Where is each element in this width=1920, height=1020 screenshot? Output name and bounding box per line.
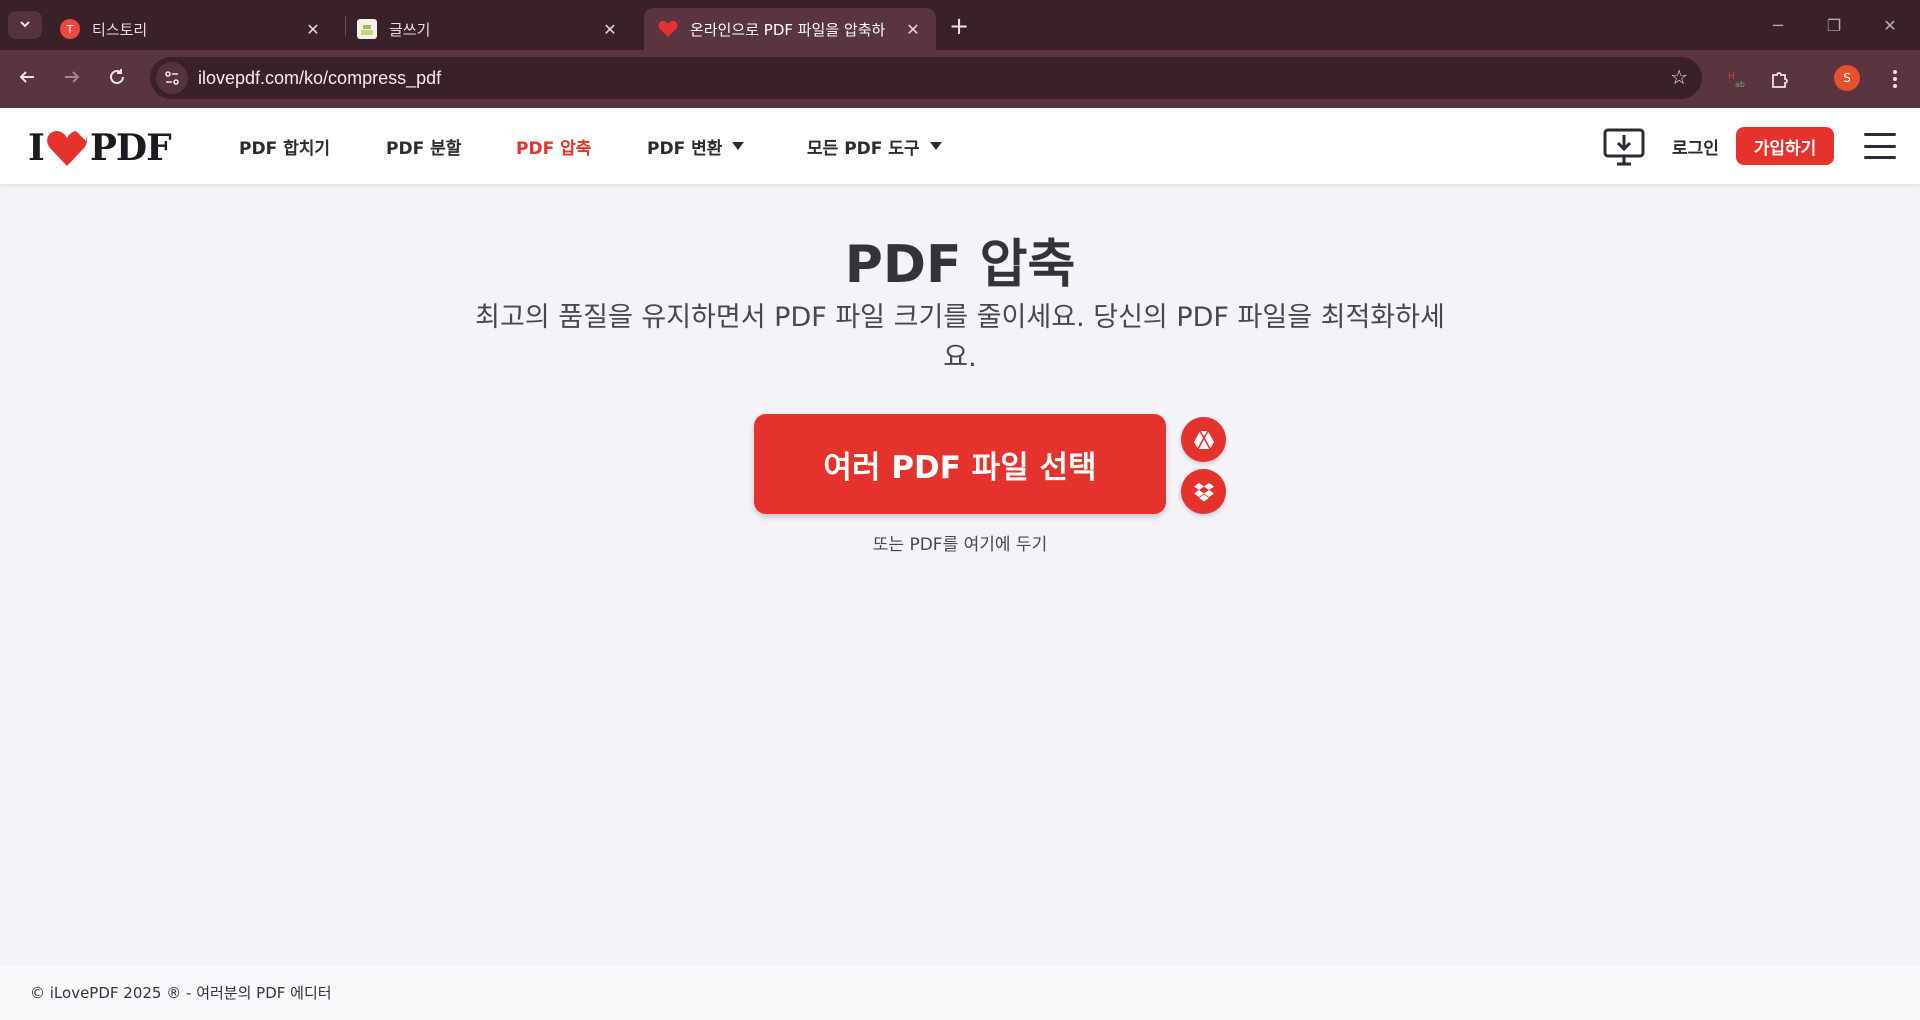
page-icon — [357, 19, 377, 39]
close-icon[interactable]: ✕ — [599, 18, 621, 40]
nav-all-pdf-tools[interactable]: 모든 PDF 도구 — [807, 108, 942, 184]
url-text[interactable]: ilovepdf.com/ko/compress_pdf — [198, 68, 441, 89]
chevron-down-icon — [18, 16, 32, 35]
address-bar[interactable]: ilovepdf.com/ko/compress_pdf ☆ — [150, 57, 1702, 99]
extensions-puzzle-icon[interactable] — [1765, 64, 1795, 94]
google-drive-icon — [1193, 430, 1214, 449]
tab-title: 글쓰기 — [389, 20, 431, 39]
tab-title: 온라인으로 PDF 파일을 압축하 — [690, 20, 886, 39]
minimize-button[interactable]: ─ — [1758, 10, 1798, 40]
restore-button[interactable]: ❐ — [1814, 10, 1854, 40]
desktop-download-icon[interactable] — [1603, 128, 1645, 166]
heart-icon — [46, 131, 87, 166]
select-pdf-files-button[interactable]: 여러 PDF 파일 선택 — [754, 414, 1166, 514]
drop-hint-text: 또는 PDF를 여기에 두기 — [872, 535, 1048, 555]
nav-merge-pdf[interactable]: PDF 합치기 — [239, 108, 330, 184]
caret-down-icon — [929, 142, 942, 150]
ilovepdf-logo[interactable]: I PDF — [28, 127, 172, 169]
restore-icon: ❐ — [1826, 15, 1842, 35]
close-icon: ✕ — [1883, 15, 1897, 35]
dropbox-icon — [1193, 482, 1214, 501]
nav-convert-pdf[interactable]: PDF 변환 — [647, 108, 745, 184]
extension-icon[interactable]: Hab — [1721, 64, 1751, 94]
page-title: PDF 압축 — [844, 235, 1076, 295]
reload-button[interactable] — [101, 63, 133, 95]
browser-tab-write[interactable]: 글쓰기 ✕ — [343, 8, 633, 50]
browser-tab-tistory[interactable]: T 티스토리 ✕ — [46, 8, 336, 50]
footer-copyright: © iLovePDF 2025 ® - 여러분의 PDF 에디터 — [30, 984, 332, 1002]
tab-title: 티스토리 — [92, 20, 148, 39]
nav-split-pdf[interactable]: PDF 분할 — [386, 108, 461, 184]
hamburger-menu-icon[interactable] — [1864, 133, 1896, 159]
minimize-icon: ─ — [1773, 15, 1783, 35]
browser-toolbar: ilovepdf.com/ko/compress_pdf ☆ Hab — [0, 50, 1920, 108]
close-window-button[interactable]: ✕ — [1870, 10, 1910, 40]
arrow-right-icon — [63, 67, 81, 91]
browser-menu-icon[interactable] — [1880, 64, 1910, 94]
browser-tab-ilovepdf[interactable]: 온라인으로 PDF 파일을 압축하 ✕ — [644, 8, 936, 50]
nav-label: 모든 PDF 도구 — [807, 138, 920, 159]
plus-icon: + — [948, 12, 970, 40]
dropbox-button[interactable] — [1181, 469, 1226, 514]
ilovepdf-heart-icon — [658, 19, 678, 39]
site-footer: © iLovePDF 2025 ® - 여러분의 PDF 에디터 — [0, 966, 1920, 1020]
nav-label: PDF 변환 — [647, 138, 723, 159]
caret-down-icon — [732, 142, 745, 150]
close-icon[interactable]: ✕ — [302, 18, 324, 40]
new-tab-button[interactable]: + — [945, 12, 973, 40]
tistory-icon: T — [60, 19, 80, 39]
logo-letter: I — [28, 127, 45, 169]
svg-text:H: H — [1728, 72, 1735, 82]
forward-button[interactable] — [56, 63, 88, 95]
login-link[interactable]: 로그인 — [1672, 108, 1719, 184]
google-drive-button[interactable] — [1181, 417, 1226, 462]
logo-text: PDF — [89, 127, 172, 169]
svg-text:ab: ab — [1735, 80, 1745, 89]
reload-icon — [108, 67, 126, 91]
page-subtitle: 최고의 품질을 유지하면서 PDF 파일 크기를 줄이세요. 당신의 PDF 파… — [475, 302, 1445, 373]
bookmark-star-icon[interactable]: ☆ — [1670, 65, 1688, 89]
browser-tab-bar: T 티스토리 ✕ 글쓰기 ✕ 온라인으로 PDF 파일을 압축하 ✕ + ─ ❐… — [0, 0, 1920, 50]
tab-search-button[interactable] — [8, 11, 42, 39]
profile-avatar[interactable]: S — [1834, 65, 1860, 91]
site-settings-icon[interactable] — [156, 62, 188, 94]
signup-button[interactable]: 가입하기 — [1736, 127, 1834, 165]
site-header: I PDF PDF 합치기 PDF 분할 PDF 압축 PDF 변환 모든 PD… — [0, 108, 1920, 184]
arrow-left-icon — [18, 67, 36, 91]
nav-compress-pdf[interactable]: PDF 압축 — [516, 108, 591, 184]
close-icon[interactable]: ✕ — [902, 18, 924, 40]
back-button[interactable] — [11, 63, 43, 95]
